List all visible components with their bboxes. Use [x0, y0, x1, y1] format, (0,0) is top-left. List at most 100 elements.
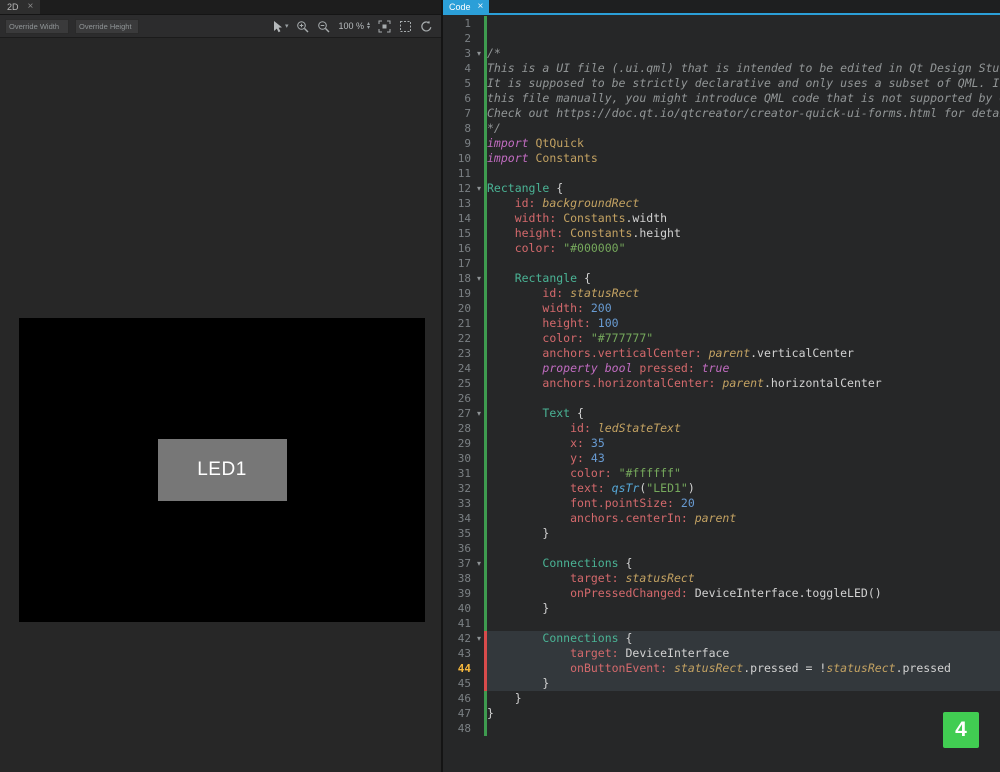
gutter-row[interactable]: 11	[443, 166, 487, 181]
code-line[interactable]: Check out https://doc.qt.io/qtcreator/cr…	[487, 106, 1000, 121]
code-line[interactable]: this file manually, you might introduce …	[487, 91, 1000, 106]
code-line[interactable]	[487, 616, 1000, 631]
gutter-row[interactable]: 29	[443, 436, 487, 451]
select-tool-button[interactable]: ▾	[272, 19, 289, 33]
code-line[interactable]: target: statusRect	[487, 571, 1000, 586]
code-line[interactable]: id: backgroundRect	[487, 196, 1000, 211]
line-number[interactable]: 24	[443, 362, 474, 375]
line-number[interactable]: 34	[443, 512, 474, 525]
zoom-out-button[interactable]	[317, 19, 330, 33]
gutter-row[interactable]: 2	[443, 31, 487, 46]
gutter-row[interactable]: 26	[443, 391, 487, 406]
gutter-row[interactable]: 18▾	[443, 271, 487, 286]
code-line[interactable]	[487, 16, 1000, 31]
gutter-row[interactable]: 38	[443, 571, 487, 586]
gutter-row[interactable]: 7	[443, 106, 487, 121]
code-line[interactable]: anchors.horizontalCenter: parent.horizon…	[487, 376, 1000, 391]
gutter-row[interactable]: 35	[443, 526, 487, 541]
gutter-row[interactable]: 30	[443, 451, 487, 466]
code-line[interactable]: y: 43	[487, 451, 1000, 466]
gutter-row[interactable]: 32	[443, 481, 487, 496]
line-number[interactable]: 28	[443, 422, 474, 435]
line-number[interactable]: 40	[443, 602, 474, 615]
code-line[interactable]: text: qsTr("LED1")	[487, 481, 1000, 496]
code-line[interactable]: width: 200	[487, 301, 1000, 316]
gutter-row[interactable]: 8	[443, 121, 487, 136]
line-number[interactable]: 18	[443, 272, 474, 285]
code-line[interactable]: color: "#ffffff"	[487, 466, 1000, 481]
text-editor[interactable]: 123▾456789101112▾131415161718▾1920212223…	[443, 15, 1000, 772]
line-number[interactable]: 1	[443, 17, 474, 30]
override-height-input[interactable]	[75, 19, 139, 34]
gutter-row[interactable]: 25	[443, 376, 487, 391]
line-number[interactable]: 23	[443, 347, 474, 360]
line-number[interactable]: 39	[443, 587, 474, 600]
gutter-row[interactable]: 31	[443, 466, 487, 481]
gutter-row[interactable]: 34	[443, 511, 487, 526]
reset-view-button[interactable]	[420, 19, 433, 33]
gutter-row[interactable]: 40	[443, 601, 487, 616]
code-line[interactable]: }	[487, 706, 1000, 721]
gutter-row[interactable]: 17	[443, 256, 487, 271]
zoom-selection-button[interactable]	[399, 19, 412, 33]
line-number[interactable]: 30	[443, 452, 474, 465]
gutter-row[interactable]: 3▾	[443, 46, 487, 61]
code-line[interactable]	[487, 391, 1000, 406]
code-line[interactable]	[487, 166, 1000, 181]
code-line[interactable]	[487, 31, 1000, 46]
code-line[interactable]: Connections {	[487, 556, 1000, 571]
line-number[interactable]: 46	[443, 692, 474, 705]
gutter-row[interactable]: 24	[443, 361, 487, 376]
code-line[interactable]: onPressedChanged: DeviceInterface.toggle…	[487, 586, 1000, 601]
gutter-row[interactable]: 20	[443, 301, 487, 316]
line-number[interactable]: 32	[443, 482, 474, 495]
status-rect[interactable]: LED1	[158, 439, 287, 501]
gutter-row[interactable]: 23	[443, 346, 487, 361]
background-rect[interactable]: LED1	[19, 318, 425, 622]
line-number[interactable]: 11	[443, 167, 474, 180]
code-line[interactable]	[487, 541, 1000, 556]
gutter-row[interactable]: 13	[443, 196, 487, 211]
code-line[interactable]: This is a UI file (.ui.qml) that is inte…	[487, 61, 1000, 76]
code-line[interactable]: Text {	[487, 406, 1000, 421]
tab-2d[interactable]: 2D ×	[0, 0, 40, 14]
code-line[interactable]: width: Constants.width	[487, 211, 1000, 226]
code-line[interactable]: color: "#000000"	[487, 241, 1000, 256]
line-number[interactable]: 35	[443, 527, 474, 540]
gutter-row[interactable]: 14	[443, 211, 487, 226]
fold-marker-icon[interactable]: ▾	[474, 49, 484, 58]
code-line[interactable]: onButtonEvent: statusRect.pressed = !sta…	[487, 661, 1000, 676]
line-number[interactable]: 12	[443, 182, 474, 195]
line-number[interactable]: 10	[443, 152, 474, 165]
zoom-stepper-icon[interactable]: ▴▾	[367, 22, 370, 31]
line-number[interactable]: 5	[443, 77, 474, 90]
line-number[interactable]: 17	[443, 257, 474, 270]
gutter-row[interactable]: 33	[443, 496, 487, 511]
gutter-row[interactable]: 36	[443, 541, 487, 556]
line-number[interactable]: 16	[443, 242, 474, 255]
code-line[interactable]: }	[487, 691, 1000, 706]
line-number[interactable]: 14	[443, 212, 474, 225]
code-line[interactable]: import QtQuick	[487, 136, 1000, 151]
gutter-row[interactable]: 28	[443, 421, 487, 436]
line-number[interactable]: 37	[443, 557, 474, 570]
line-number[interactable]: 19	[443, 287, 474, 300]
code-line[interactable]: height: Constants.height	[487, 226, 1000, 241]
line-number[interactable]: 29	[443, 437, 474, 450]
line-number[interactable]: 38	[443, 572, 474, 585]
code-line[interactable]: anchors.centerIn: parent	[487, 511, 1000, 526]
code-line[interactable]: It is supposed to be strictly declarativ…	[487, 76, 1000, 91]
line-number[interactable]: 47	[443, 707, 474, 720]
gutter-row[interactable]: 5	[443, 76, 487, 91]
line-number[interactable]: 21	[443, 317, 474, 330]
line-number[interactable]: 20	[443, 302, 474, 315]
tab-2d-close-icon[interactable]: ×	[28, 2, 34, 12]
code-line[interactable]	[487, 721, 1000, 736]
line-number[interactable]: 9	[443, 137, 474, 150]
code-line[interactable]: id: ledStateText	[487, 421, 1000, 436]
gutter-row[interactable]: 21	[443, 316, 487, 331]
line-number[interactable]: 33	[443, 497, 474, 510]
override-width-input[interactable]	[5, 19, 69, 34]
code-line[interactable]: id: statusRect	[487, 286, 1000, 301]
line-number[interactable]: 41	[443, 617, 474, 630]
